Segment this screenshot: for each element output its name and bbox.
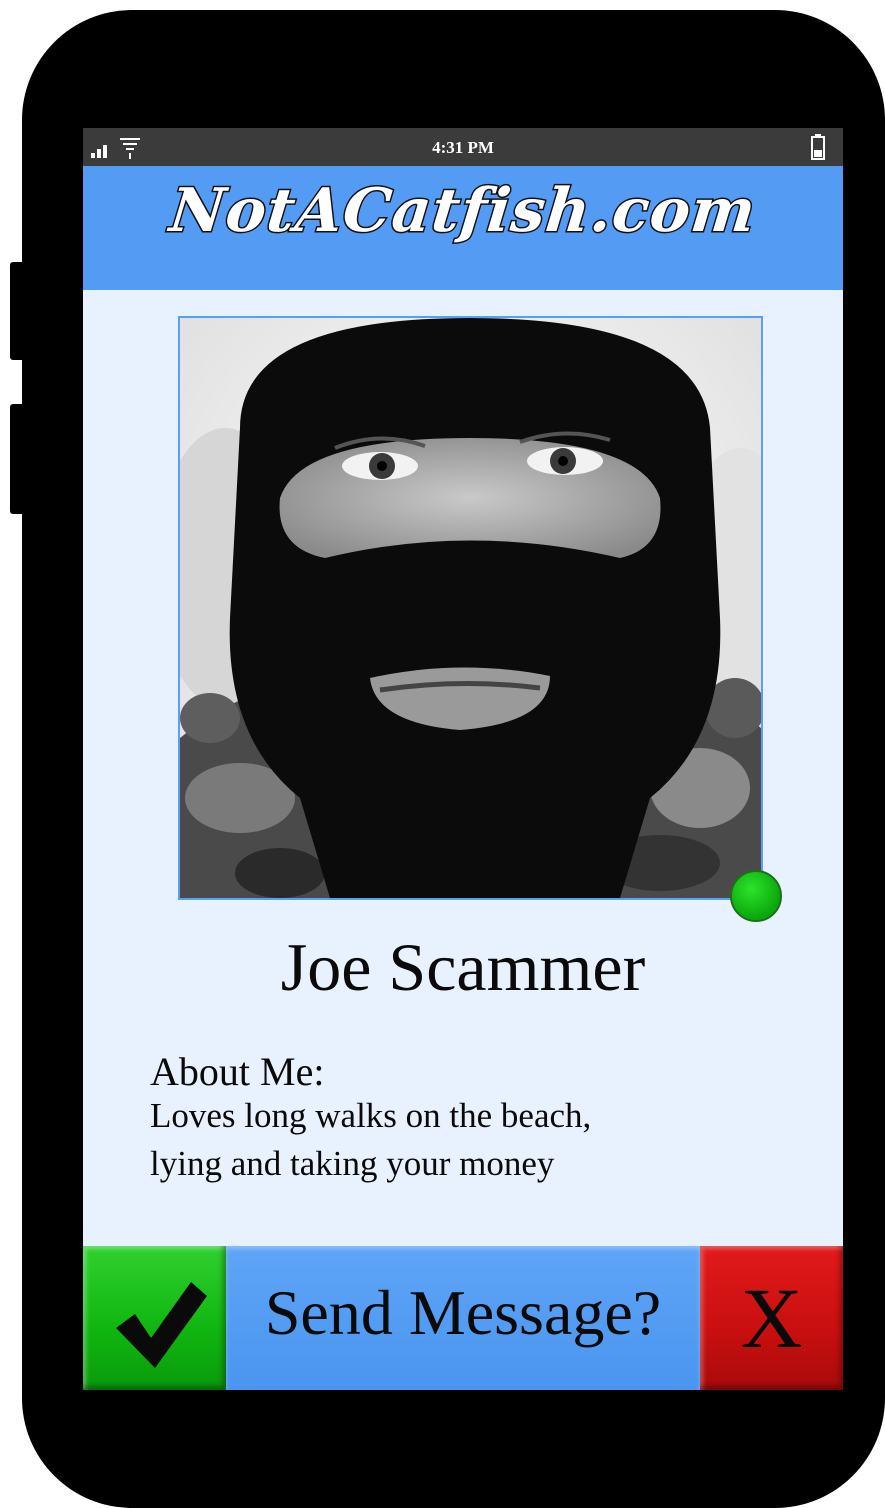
about-line: lying and taking your money [150, 1144, 555, 1183]
accept-button[interactable] [83, 1246, 226, 1390]
profile-name: Joe Scammer [280, 929, 646, 1005]
phone-side-button-lower [10, 404, 24, 514]
action-bar: Send Message? X [83, 1246, 843, 1390]
reject-button[interactable]: X [700, 1246, 843, 1390]
phone-screen: 4:31 PM NotACatfish.com Joe Scammer Abou… [83, 128, 843, 1390]
site-header: NotACatfish.com [83, 166, 843, 290]
send-message-label: Send Message? [264, 1277, 662, 1348]
battery-icon [811, 134, 825, 160]
profile-photo[interactable] [178, 316, 763, 900]
about-heading: About Me: [150, 1049, 325, 1094]
about-line: Loves long walks on the beach, [150, 1096, 592, 1135]
checkmark-icon [116, 1282, 207, 1368]
reject-label: X [740, 1270, 803, 1366]
online-status-indicator [730, 870, 782, 922]
phone-side-button-upper [10, 262, 24, 360]
send-message-button[interactable]: Send Message? [226, 1246, 700, 1390]
status-bar: 4:31 PM [83, 128, 843, 166]
status-time: 4:31 PM [432, 138, 494, 157]
site-title[interactable]: NotACatfish.com [83, 175, 843, 248]
masked-man-illustration [180, 318, 761, 898]
